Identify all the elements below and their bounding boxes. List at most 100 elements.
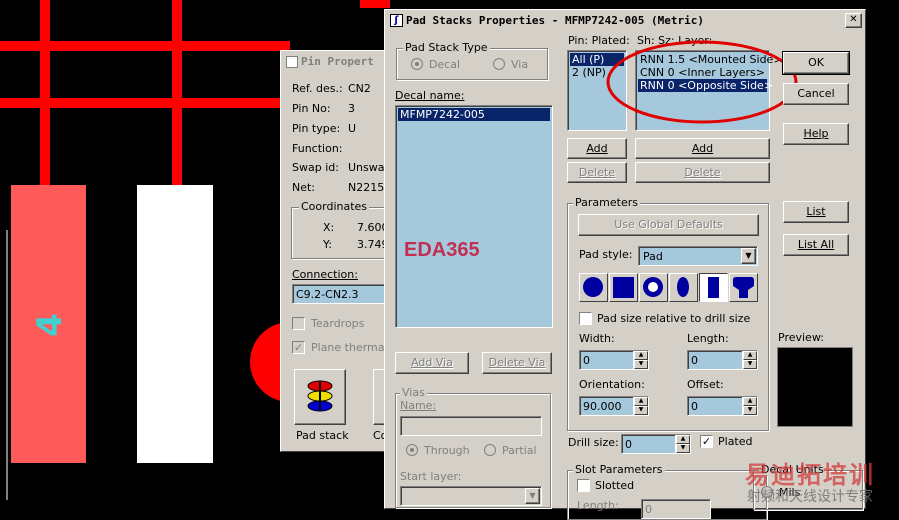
pin-no-value: 3 bbox=[348, 102, 355, 115]
partial-radio[interactable] bbox=[484, 444, 496, 456]
width-spinner[interactable]: ▲ ▼ bbox=[633, 351, 648, 369]
oval-shape-button[interactable] bbox=[669, 273, 698, 302]
via-radio[interactable] bbox=[493, 58, 505, 70]
rectangle-shape-button[interactable] bbox=[699, 273, 728, 302]
through-radio[interactable] bbox=[406, 444, 418, 456]
layer-delete-button[interactable]: Delete bbox=[635, 162, 770, 183]
plated-checkbox[interactable]: ✓ bbox=[700, 435, 713, 448]
corner-watermark: 易迪拓培训 射频和天线设计专家 bbox=[745, 455, 899, 506]
drill-size-value: 0 bbox=[625, 438, 632, 451]
decal-list-item[interactable]: MFMP7242-005 bbox=[398, 108, 550, 121]
offset-value: 0 bbox=[691, 400, 698, 413]
length-value: 0 bbox=[691, 354, 698, 367]
decal-radio[interactable] bbox=[411, 58, 423, 70]
add-via-button[interactable]: Add Via bbox=[395, 352, 469, 374]
width-value: 0 bbox=[583, 354, 590, 367]
annular-shape-button[interactable] bbox=[639, 273, 668, 302]
preview-label: Preview: bbox=[778, 331, 824, 344]
dialog-titlebar[interactable]: Pad Stacks Properties - MFMP7242-005 (Me… bbox=[386, 12, 846, 29]
vias-label: Vias bbox=[400, 386, 427, 399]
square-shape-icon bbox=[613, 277, 634, 298]
orientation-spinner[interactable]: ▲ ▼ bbox=[633, 397, 648, 415]
list-button[interactable]: List bbox=[783, 201, 849, 223]
red-circle-annotation bbox=[606, 40, 798, 124]
start-layer-dropdown-button[interactable]: ▼ bbox=[525, 488, 540, 504]
pin-delete-button[interactable]: Delete bbox=[567, 162, 627, 183]
offset-spinner[interactable]: ▲ ▼ bbox=[742, 397, 757, 415]
coordinates-label: Coordinates bbox=[299, 200, 370, 213]
ok-button[interactable]: OK bbox=[782, 51, 850, 75]
via-name-label: Name: bbox=[400, 399, 437, 412]
offset-field[interactable]: 0 ▲ ▼ bbox=[687, 396, 758, 416]
pad-stack-type-label: Pad Stack Type bbox=[403, 41, 490, 54]
delete-via-button[interactable]: Delete Via bbox=[482, 352, 552, 374]
via-name-field[interactable] bbox=[400, 416, 542, 436]
corner-watermark-line2: 射频和天线设计专家 bbox=[747, 489, 873, 505]
length-label: Length: bbox=[687, 332, 729, 345]
pcb-pad-white[interactable] bbox=[137, 185, 213, 463]
slot-length-field[interactable]: 0 bbox=[641, 499, 711, 519]
net-label: Net: bbox=[292, 181, 316, 194]
pin-no-label: Pin No: bbox=[292, 102, 331, 115]
length-field[interactable]: 0 ▲ ▼ bbox=[687, 350, 758, 370]
length-spinner[interactable]: ▲ ▼ bbox=[742, 351, 757, 369]
teardrops-label: Teardrops bbox=[311, 317, 365, 330]
square-shape-button[interactable] bbox=[609, 273, 638, 302]
parameters-label: Parameters bbox=[573, 196, 640, 209]
pad-stacks-dialog: Pad Stacks Properties - MFMP7242-005 (Me… bbox=[384, 9, 866, 520]
pin-type-label: Pin type: bbox=[292, 122, 341, 135]
slotted-label: Slotted bbox=[595, 479, 635, 492]
slotted-checkbox[interactable] bbox=[577, 479, 590, 492]
orientation-label: Orientation: bbox=[579, 378, 645, 391]
pin-type-value: U bbox=[348, 122, 357, 135]
pad-style-dropdown-button[interactable]: ▼ bbox=[741, 248, 756, 264]
y-label: Y: bbox=[323, 238, 332, 251]
list-all-button[interactable]: List All bbox=[783, 234, 849, 256]
pad-size-relative-label: Pad size relative to drill size bbox=[597, 312, 751, 325]
pin-add-button[interactable]: Add bbox=[567, 138, 627, 159]
drill-size-field[interactable]: 0 ▲ ▼ bbox=[621, 434, 691, 454]
function-label: Function: bbox=[292, 142, 343, 155]
width-field[interactable]: 0 ▲ ▼ bbox=[579, 350, 649, 370]
custom-shape-icon bbox=[733, 277, 754, 298]
slot-parameters-label: Slot Parameters bbox=[573, 463, 665, 476]
round-shape-button[interactable] bbox=[579, 273, 608, 302]
pin-properties-window: Pin Propert Ref. des.: CN2 Pin No: 3 Pin… bbox=[280, 50, 403, 452]
help-button[interactable]: Help bbox=[783, 123, 849, 145]
orientation-value: 90.000 bbox=[583, 400, 622, 413]
decal-name-label: Decal name: bbox=[395, 89, 465, 102]
decal-radio-label: Decal bbox=[429, 58, 461, 71]
pin-properties-title: Pin Propert bbox=[301, 55, 374, 68]
board-outline bbox=[0, 230, 8, 500]
connection-value[interactable]: C9.2-CN2.3 bbox=[296, 288, 359, 301]
drill-size-spinner[interactable]: ▲ ▼ bbox=[675, 435, 690, 453]
trace-v1 bbox=[40, 0, 50, 190]
decal-name-list[interactable]: MFMP7242-005 EDA365 bbox=[395, 105, 553, 328]
pin-icon bbox=[286, 56, 298, 68]
pad-size-relative-checkbox[interactable] bbox=[579, 312, 592, 325]
oval-shape-icon bbox=[677, 277, 689, 297]
pad-style-select[interactable]: Pad ▼ bbox=[638, 246, 758, 266]
cancel-button[interactable]: Cancel bbox=[783, 83, 849, 105]
trace-h1 bbox=[0, 41, 290, 51]
close-button[interactable]: ✕ bbox=[845, 13, 862, 28]
plane-thermal-label: Plane thermal bbox=[311, 341, 388, 354]
teardrops-checkbox[interactable] bbox=[292, 317, 305, 330]
use-global-defaults-button[interactable]: Use Global Defaults bbox=[578, 214, 759, 236]
pad-stack-button[interactable] bbox=[294, 369, 346, 425]
start-layer-label: Start layer: bbox=[400, 470, 462, 483]
through-label: Through bbox=[424, 444, 470, 457]
orientation-field[interactable]: 90.000 ▲ ▼ bbox=[579, 396, 649, 416]
layer-add-button[interactable]: Add bbox=[635, 138, 770, 159]
pad-number-label: 4 bbox=[30, 313, 70, 337]
plane-thermal-checkbox[interactable]: ✓ bbox=[292, 341, 305, 354]
custom-shape-button[interactable] bbox=[729, 273, 758, 302]
offset-label: Offset: bbox=[687, 378, 724, 391]
app-icon: ʃ bbox=[390, 14, 403, 27]
start-layer-select[interactable]: ▼ bbox=[400, 486, 542, 506]
close-icon: ✕ bbox=[849, 14, 858, 25]
pad-style-value: Pad bbox=[643, 250, 663, 263]
partial-label: Partial bbox=[502, 444, 537, 457]
rectangle-shape-icon bbox=[708, 277, 719, 298]
pad-stack-label: Pad stack bbox=[296, 429, 349, 442]
